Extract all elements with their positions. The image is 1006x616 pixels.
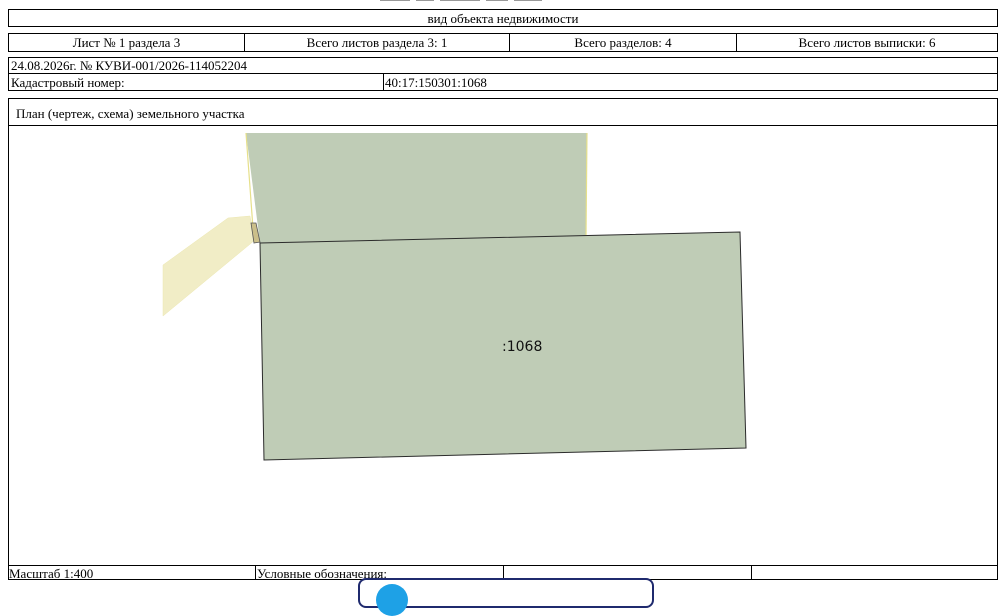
neighbor-parcel-strip <box>162 215 256 317</box>
neighbor-parcel-upper <box>246 133 587 243</box>
parcel-label: :1068 <box>502 339 542 355</box>
scale-label: Масштаб 1:400 <box>9 566 94 581</box>
overlay-badge[interactable] <box>358 578 654 616</box>
parcel-plan-drawing: :1068 <box>162 132 747 461</box>
blue-circle-icon <box>376 584 408 616</box>
